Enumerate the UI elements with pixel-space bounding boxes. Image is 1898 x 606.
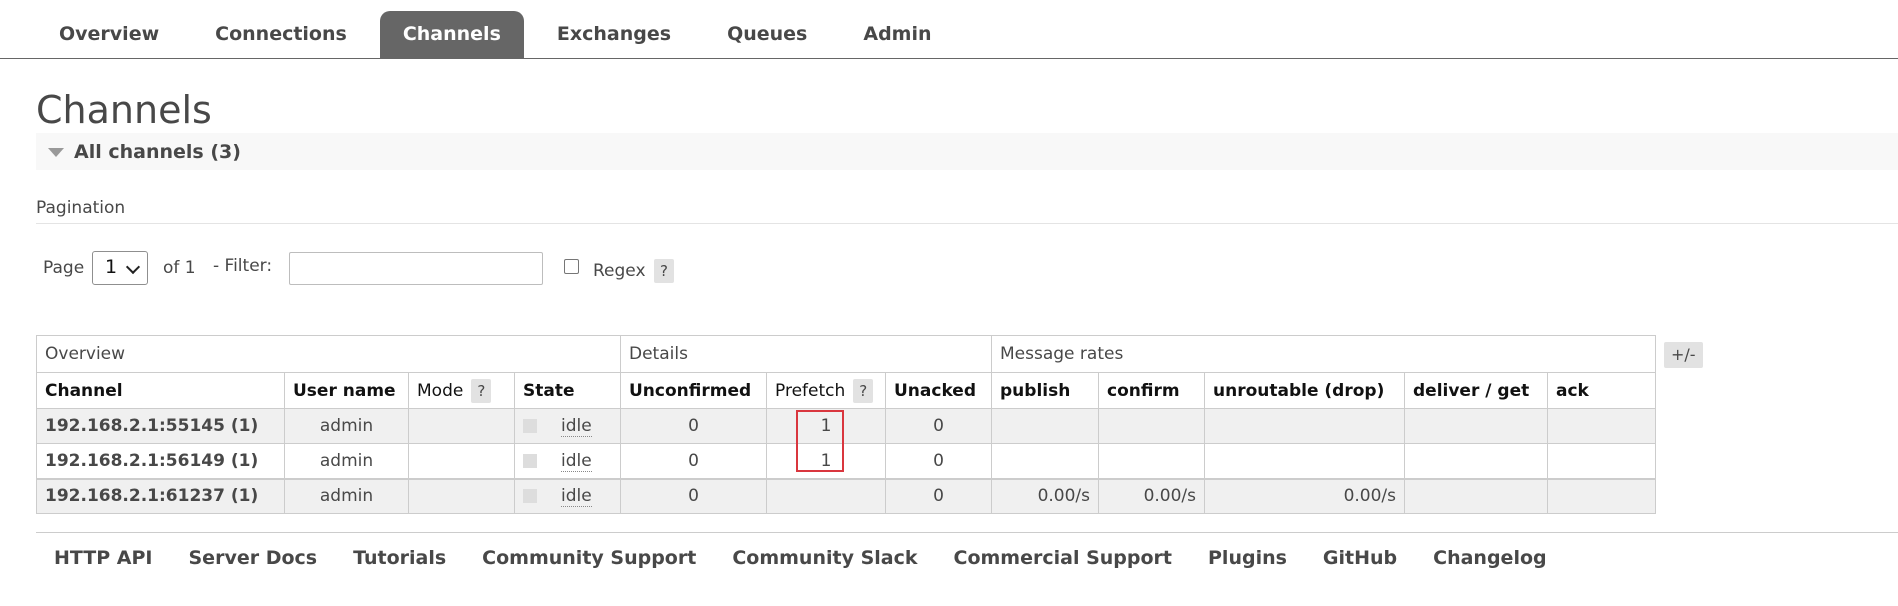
regex-checkbox[interactable] (564, 259, 579, 274)
tab-channels[interactable]: Channels (379, 11, 524, 58)
channel-link[interactable]: 192.168.2.1:55145 (1) (36, 408, 285, 444)
col-state[interactable]: State (514, 372, 621, 409)
group-details: Details (620, 335, 992, 373)
state-cell: idle (514, 408, 621, 444)
tab-connections[interactable]: Connections (192, 11, 370, 58)
collapse-triangle-icon (48, 148, 64, 157)
group-message-rates: Message rates (991, 335, 1656, 373)
col-publish[interactable]: publish (991, 372, 1099, 409)
footer-link-community-support[interactable]: Community Support (482, 547, 696, 569)
col-mode[interactable]: Mode? (408, 372, 515, 409)
state-indicator-icon (523, 419, 537, 433)
page-label: Page (43, 258, 85, 278)
page-select[interactable]: 1 (92, 251, 148, 285)
table-row: 192.168.2.1:55145 (1) admin idle 0 1 0 (36, 408, 1656, 444)
table-row: 192.168.2.1:56149 (1) admin idle 0 1 0 (36, 443, 1656, 479)
state-indicator-icon (523, 489, 537, 504)
col-ack[interactable]: ack (1547, 372, 1656, 409)
page-title: Channels (36, 88, 212, 132)
unconfirmed-cell: 0 (620, 443, 767, 479)
unroutable-rate-cell (1204, 408, 1405, 444)
column-toggle-button[interactable]: +/- (1664, 342, 1703, 368)
tab-overview[interactable]: Overview (36, 11, 182, 58)
tab-queues[interactable]: Queues (704, 11, 830, 58)
col-confirm[interactable]: confirm (1098, 372, 1205, 409)
footer-link-changelog[interactable]: Changelog (1433, 547, 1546, 569)
ack-rate-cell (1547, 443, 1656, 479)
footer-link-server-docs[interactable]: Server Docs (189, 547, 318, 569)
user-name-cell: admin (284, 443, 409, 479)
mode-cell (408, 408, 515, 444)
deliver-get-rate-cell (1404, 443, 1548, 479)
footer-link-tutorials[interactable]: Tutorials (353, 547, 446, 569)
footer-link-community-slack[interactable]: Community Slack (732, 547, 917, 569)
footer-link-github[interactable]: GitHub (1323, 547, 1397, 569)
state-cell: idle (514, 443, 621, 479)
channels-table: Overview Details Message rates Channel U… (36, 335, 1656, 514)
deliver-get-rate-cell (1404, 477, 1548, 514)
section-label: All channels (3) (74, 141, 241, 163)
mode-cell (408, 443, 515, 479)
unroutable-rate-cell (1204, 443, 1405, 479)
confirm-rate-cell (1098, 443, 1205, 479)
footer-link-commercial-support[interactable]: Commercial Support (954, 547, 1173, 569)
unacked-cell: 0 (885, 408, 992, 444)
main-nav: Overview Connections Channels Exchanges … (0, 0, 1898, 59)
ack-rate-cell (1547, 408, 1656, 444)
unacked-cell: 0 (885, 443, 992, 479)
prefetch-help-button[interactable]: ? (853, 378, 874, 403)
tab-exchanges[interactable]: Exchanges (534, 11, 694, 58)
state-label: idle (561, 486, 592, 508)
user-name-cell: admin (284, 477, 409, 514)
unacked-cell: 0 (885, 477, 992, 514)
unconfirmed-cell: 0 (620, 477, 767, 514)
confirm-rate-cell: 0.00/s (1098, 477, 1205, 514)
col-deliver-get[interactable]: deliver / get (1404, 372, 1548, 409)
col-prefetch-label: Prefetch (775, 380, 846, 401)
publish-rate-cell (991, 443, 1099, 479)
state-label: idle (561, 450, 592, 472)
state-label: idle (561, 416, 592, 437)
group-overview: Overview (36, 335, 621, 373)
confirm-rate-cell (1098, 408, 1205, 444)
chevron-down-icon (125, 259, 141, 275)
pagination-divider (36, 223, 1898, 224)
publish-rate-cell (991, 408, 1099, 444)
footer-link-plugins[interactable]: Plugins (1208, 547, 1287, 569)
filter-label: - Filter: (213, 256, 273, 276)
col-unconfirmed[interactable]: Unconfirmed (620, 372, 767, 409)
pagination-title: Pagination (36, 198, 126, 218)
page-count-label: of 1 (163, 258, 196, 278)
filter-input[interactable] (289, 252, 543, 285)
unconfirmed-cell: 0 (620, 408, 767, 444)
prefetch-cell (766, 477, 886, 514)
table-row: 192.168.2.1:61237 (1) admin idle 0 0 0.0… (36, 477, 1656, 514)
publish-rate-cell: 0.00/s (991, 477, 1099, 514)
deliver-get-rate-cell (1404, 408, 1548, 444)
col-prefetch[interactable]: Prefetch? (766, 372, 886, 409)
ack-rate-cell (1547, 477, 1656, 514)
state-cell: idle (514, 477, 621, 514)
mode-cell (408, 477, 515, 514)
user-name-cell: admin (284, 408, 409, 444)
channel-link[interactable]: 192.168.2.1:61237 (1) (36, 477, 285, 514)
unroutable-rate-cell: 0.00/s (1204, 477, 1405, 514)
page-select-value: 1 (105, 256, 118, 278)
col-channel[interactable]: Channel (36, 372, 285, 409)
footer-link-http-api[interactable]: HTTP API (54, 547, 153, 569)
col-user-name[interactable]: User name (284, 372, 409, 409)
regex-label: Regex (593, 261, 646, 281)
channel-link[interactable]: 192.168.2.1:56149 (1) (36, 443, 285, 479)
col-mode-label: Mode (417, 380, 464, 401)
prefetch-cell: 1 (766, 443, 886, 479)
footer: HTTP API Server Docs Tutorials Community… (36, 532, 1898, 606)
tab-admin[interactable]: Admin (840, 11, 954, 58)
prefetch-cell: 1 (766, 408, 886, 444)
all-channels-section-toggle[interactable]: All channels (3) (36, 133, 1898, 170)
mode-help-button[interactable]: ? (471, 378, 492, 403)
col-unroutable-drop[interactable]: unroutable (drop) (1204, 372, 1405, 409)
regex-help-button[interactable]: ? (654, 259, 674, 283)
col-unacked[interactable]: Unacked (885, 372, 992, 409)
state-indicator-icon (523, 453, 537, 468)
